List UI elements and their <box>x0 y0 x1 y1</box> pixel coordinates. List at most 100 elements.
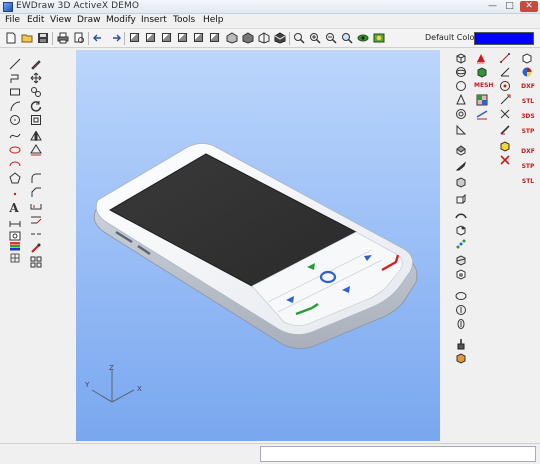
hidden-line-view-icon[interactable] <box>274 32 286 44</box>
open-folder-icon[interactable] <box>21 32 33 44</box>
boolean-union-icon[interactable] <box>455 224 467 236</box>
redo-icon[interactable] <box>109 32 121 44</box>
measure-radius-icon[interactable] <box>499 80 511 92</box>
print-preview-icon[interactable] <box>73 32 85 44</box>
section-cut-icon[interactable] <box>455 254 467 266</box>
shell-icon[interactable] <box>455 210 467 222</box>
3d-viewport[interactable]: Z X Y <box>76 50 440 441</box>
view-top-icon[interactable] <box>194 33 203 42</box>
menu-insert[interactable]: Insert <box>141 15 167 25</box>
wireframe-view-icon[interactable] <box>258 32 270 44</box>
view-front-icon[interactable] <box>130 33 139 42</box>
measure-angle-icon[interactable] <box>499 66 511 78</box>
default-color-swatch[interactable] <box>474 32 534 45</box>
loft-icon[interactable] <box>455 176 467 188</box>
pencil-tool-icon[interactable] <box>30 58 42 70</box>
point-tool-icon[interactable] <box>9 188 21 200</box>
revolve-icon[interactable] <box>455 160 467 172</box>
break-tool-icon[interactable] <box>30 228 42 240</box>
new-file-icon[interactable] <box>5 32 17 44</box>
shaded-view-icon[interactable] <box>242 32 254 44</box>
view-bottom-icon[interactable] <box>210 33 219 42</box>
scale-tool-icon[interactable] <box>30 114 42 126</box>
cross-tool-icon[interactable] <box>499 108 511 120</box>
rectangle-tool-icon[interactable] <box>9 86 21 98</box>
ellipse-tool-icon[interactable] <box>9 144 21 156</box>
hatch-icon[interactable] <box>499 140 511 152</box>
export-model-icon[interactable] <box>521 52 533 64</box>
sweep-icon[interactable] <box>455 194 467 206</box>
zoom-in-icon[interactable] <box>309 32 321 44</box>
texture-icon[interactable] <box>476 94 488 106</box>
eye-icon[interactable] <box>357 32 369 44</box>
isometric-view-icon[interactable] <box>226 32 238 44</box>
snap-grid-icon[interactable] <box>9 252 21 264</box>
color-wheel-icon[interactable] <box>521 66 533 78</box>
delete-icon[interactable] <box>499 154 511 166</box>
undo-icon[interactable] <box>93 32 105 44</box>
cone-solid-icon[interactable] <box>455 94 467 106</box>
view-back-icon[interactable] <box>146 33 155 42</box>
explode-tool-icon[interactable] <box>30 242 42 254</box>
menu-draw[interactable]: Draw <box>77 15 101 25</box>
measure-distance-icon[interactable] <box>499 52 511 64</box>
pen-insert-icon[interactable] <box>455 338 467 350</box>
sketch-plane-icon[interactable] <box>476 108 488 120</box>
import-dxf-button[interactable]: DXF <box>520 146 536 158</box>
circle-center-tool-icon[interactable] <box>9 114 21 126</box>
menu-tools[interactable]: Tools <box>173 15 195 25</box>
export-stl-button[interactable]: STL <box>520 96 536 108</box>
export-stp-button[interactable]: STP <box>520 126 536 138</box>
dimension-tool-icon[interactable] <box>9 218 21 230</box>
menu-modify[interactable]: Modify <box>106 15 136 25</box>
menu-edit[interactable]: Edit <box>27 15 44 25</box>
chain-link-icon[interactable] <box>455 238 467 250</box>
view-right-icon[interactable] <box>178 33 187 42</box>
polygon-tool-icon[interactable] <box>9 172 21 184</box>
mirror-tool-icon[interactable] <box>30 130 42 142</box>
arc-tool-icon[interactable] <box>9 100 21 112</box>
close-button[interactable]: ✕ <box>520 1 538 12</box>
text-tool-icon[interactable]: A <box>8 202 20 214</box>
sphere-solid-icon[interactable] <box>455 66 467 78</box>
measure-edge-icon[interactable] <box>499 124 511 136</box>
copy-tool-icon[interactable] <box>30 86 42 98</box>
import-model-icon[interactable]: EWD <box>476 52 488 64</box>
menu-help[interactable]: Help <box>203 15 224 25</box>
export-3ds-button[interactable]: 3DS <box>520 111 536 123</box>
elliptical-arc-tool-icon[interactable] <box>9 158 21 170</box>
phone-model[interactable]: Z X Y <box>76 50 440 441</box>
grid-tool-icon[interactable] <box>30 256 42 268</box>
menu-file[interactable]: File <box>5 15 20 25</box>
material-icon[interactable] <box>455 352 467 364</box>
ellipse-face-icon[interactable] <box>455 290 467 302</box>
array-tool-icon[interactable] <box>30 144 42 156</box>
zoom-out-icon[interactable] <box>325 32 337 44</box>
export-dxf-button[interactable]: DXF <box>520 81 536 93</box>
zoom-extents-icon[interactable] <box>341 32 353 44</box>
import-stp-button[interactable]: STP <box>520 161 536 173</box>
color-layers-icon[interactable] <box>9 240 21 252</box>
extrude-icon[interactable] <box>455 144 467 156</box>
save-icon[interactable] <box>37 32 49 44</box>
polyline-tool-icon[interactable] <box>9 72 21 84</box>
measure-point-icon[interactable] <box>499 94 511 106</box>
pipe-icon[interactable] <box>455 318 467 330</box>
line-tool-icon[interactable] <box>9 58 21 70</box>
spline-tool-icon[interactable] <box>9 130 21 142</box>
fillet-tool-icon[interactable] <box>30 172 42 184</box>
trim-tool-icon[interactable] <box>30 200 42 212</box>
print-icon[interactable] <box>57 32 69 44</box>
face-select-icon[interactable] <box>476 66 488 78</box>
move-tool-icon[interactable] <box>30 72 42 84</box>
wedge-solid-icon[interactable] <box>455 124 467 136</box>
minimize-button[interactable]: — <box>486 1 499 12</box>
hole-icon[interactable] <box>455 304 467 316</box>
cylinder-solid-icon[interactable] <box>455 80 467 92</box>
view-left-icon[interactable] <box>162 33 171 42</box>
menu-view[interactable]: View <box>50 15 71 25</box>
zoom-window-icon[interactable] <box>293 32 305 44</box>
chamfer-tool-icon[interactable] <box>30 186 42 198</box>
extend-tool-icon[interactable] <box>30 214 42 226</box>
rotate-tool-icon[interactable] <box>30 100 42 112</box>
